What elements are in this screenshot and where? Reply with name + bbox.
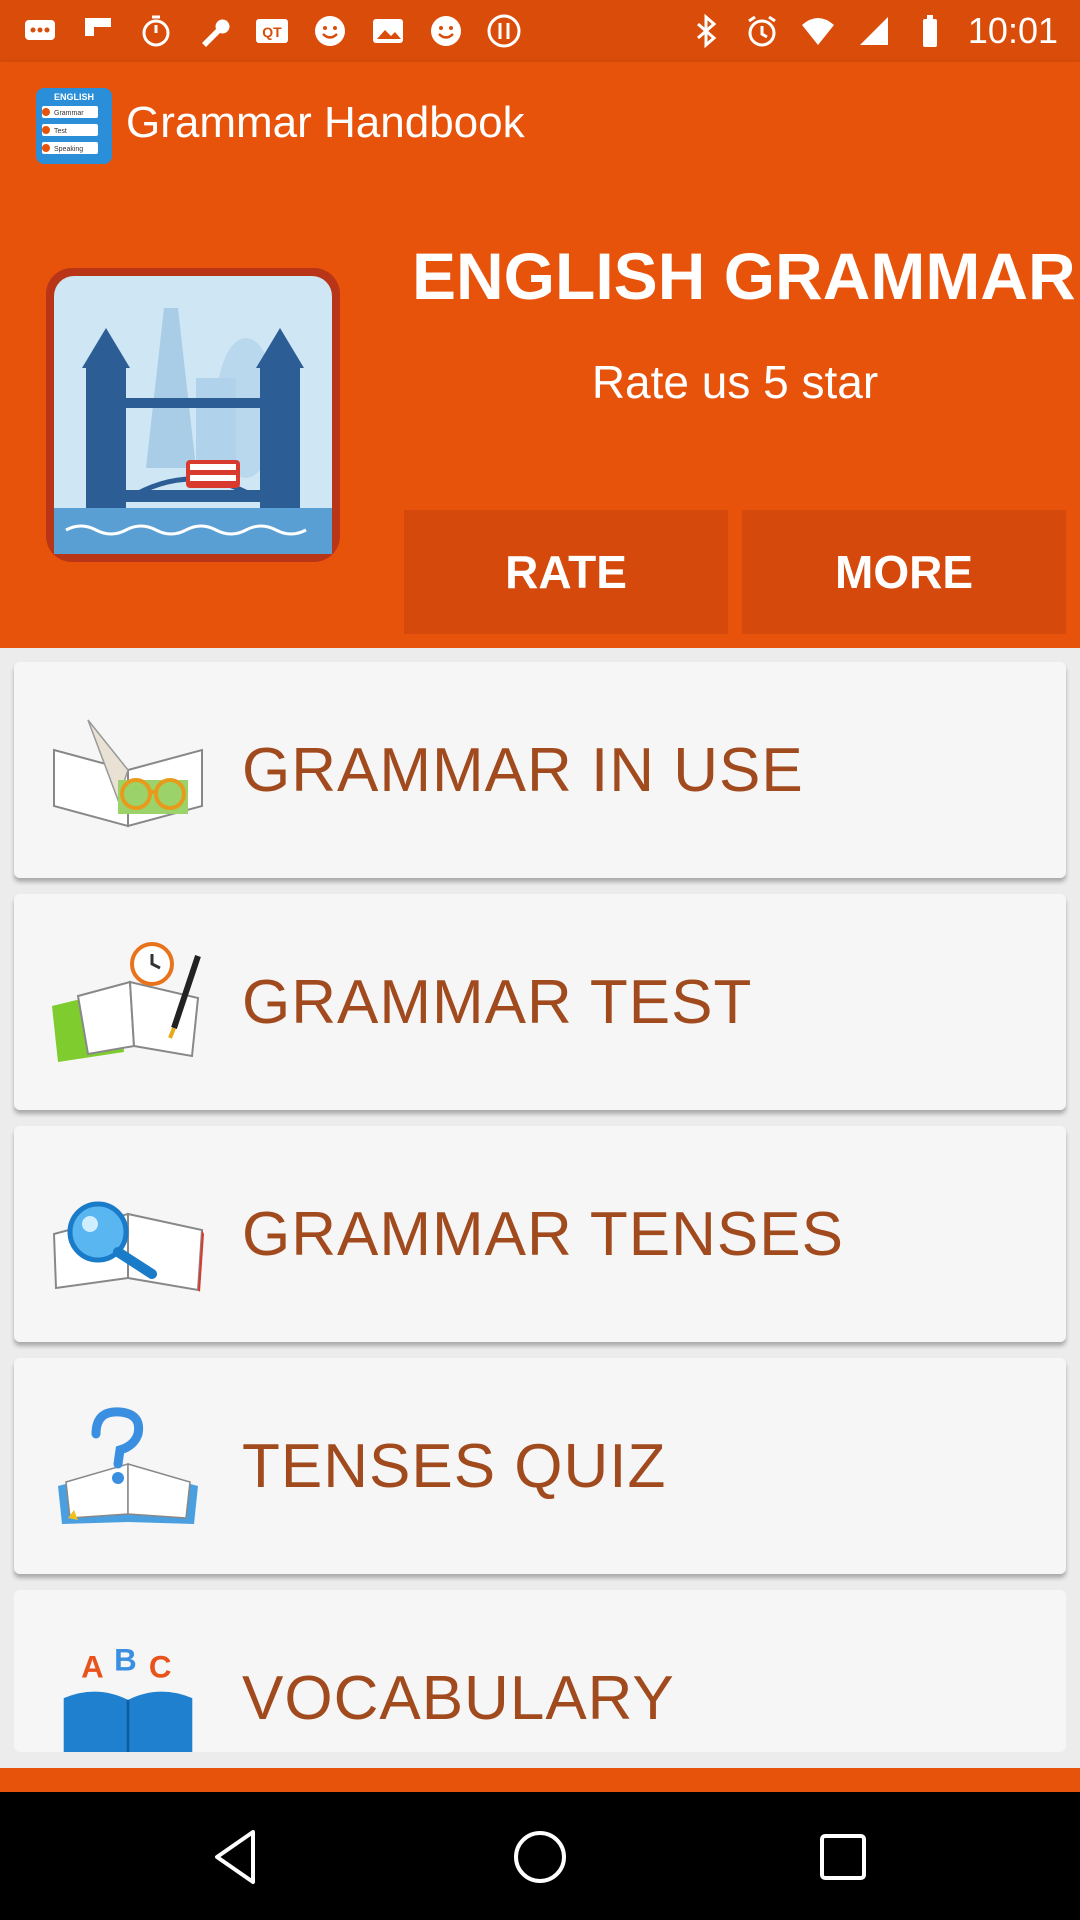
menu-item-vocabulary[interactable]: A B C VOCABULARY	[14, 1590, 1066, 1752]
battery-icon	[922, 15, 937, 47]
alarm-icon	[748, 15, 776, 47]
menu-item-label: GRAMMAR TEST	[242, 967, 753, 1037]
home-icon[interactable]	[505, 1822, 575, 1892]
emoji-icon	[315, 16, 345, 46]
app-bar: ENGLISH Grammar Test Speaking Grammar Ha…	[0, 62, 1080, 190]
svg-text:QT: QT	[262, 24, 282, 40]
menu-item-grammar-test[interactable]: GRAMMAR TEST	[14, 894, 1066, 1110]
wrench-icon	[202, 19, 230, 47]
image-icon	[373, 19, 403, 43]
wifi-icon	[801, 18, 834, 45]
menu-item-grammar-tenses[interactable]: GRAMMAR TENSES	[14, 1126, 1066, 1342]
book-magnifier-icon	[52, 1201, 204, 1292]
abc-letter-c: C	[149, 1649, 172, 1684]
london-illustration	[46, 268, 340, 562]
abc-book-icon: A B C	[63, 1646, 193, 1752]
abc-letter-a: A	[81, 1649, 104, 1684]
logo-line-1: Grammar	[54, 110, 84, 117]
banner-title: ENGLISH GRAMMAR	[412, 239, 1076, 313]
logo-line-2: Test	[54, 128, 67, 135]
abc-letter-b: B	[114, 1646, 137, 1677]
logo-line-3: Speaking	[54, 146, 83, 153]
bluetooth-icon	[696, 13, 717, 49]
system-icons: 10:01	[688, 8, 1058, 54]
data-icon	[487, 14, 521, 48]
more-button[interactable]: MORE	[742, 510, 1066, 634]
book-clock-pen-icon	[52, 942, 201, 1062]
menu-item-label: TENSES QUIZ	[242, 1431, 667, 1501]
rate-button[interactable]: RATE	[404, 510, 728, 634]
clock: 10:01	[967, 10, 1058, 51]
timer-icon	[142, 15, 170, 47]
messages-icon	[25, 20, 55, 40]
bottom-accent-bar	[0, 1768, 1080, 1792]
menu-item-tenses-quiz[interactable]: TENSES QUIZ	[14, 1358, 1066, 1574]
flipboard-icon	[85, 18, 111, 36]
navigation-bar	[0, 1792, 1080, 1920]
logo-heading: ENGLISH	[54, 92, 94, 102]
app-logo-icon: ENGLISH Grammar Test Speaking	[36, 88, 112, 164]
back-icon[interactable]	[203, 1822, 273, 1892]
book-question-icon	[58, 1407, 198, 1524]
status-bar: QT 10:01	[0, 0, 1080, 62]
app-title: Grammar Handbook	[126, 98, 525, 147]
menu-item-grammar-in-use[interactable]: GRAMMAR IN USE	[14, 662, 1066, 878]
notification-icons: QT	[22, 8, 522, 54]
signal-icon	[859, 17, 888, 45]
recents-icon[interactable]	[808, 1822, 878, 1892]
menu-item-label: GRAMMAR IN USE	[242, 735, 804, 805]
menu-item-label: GRAMMAR TENSES	[242, 1199, 844, 1269]
book-glasses-icon	[53, 719, 203, 828]
qr-app-icon: QT	[256, 19, 288, 43]
banner: ENGLISH GRAMMAR Rate us 5 star RATE MORE	[0, 190, 1080, 648]
emoji-icon	[431, 16, 461, 46]
banner-subtitle: Rate us 5 star	[591, 356, 879, 408]
